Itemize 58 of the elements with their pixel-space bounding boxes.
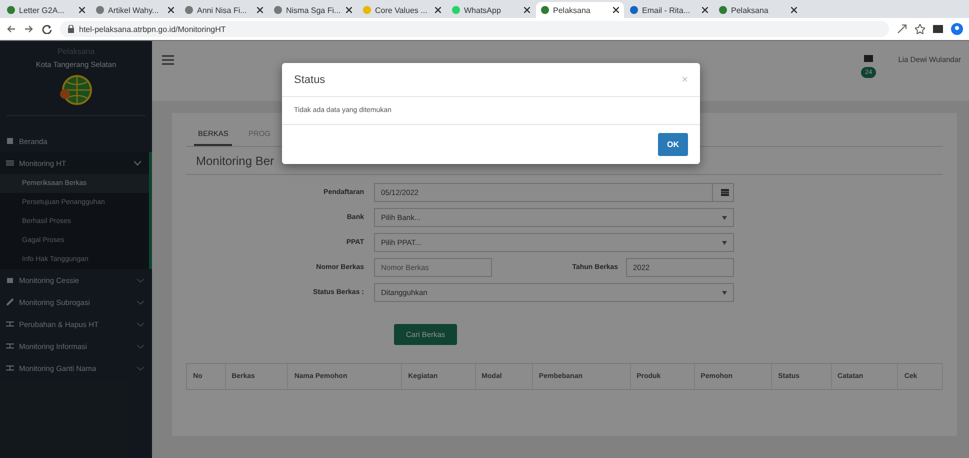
close-icon bbox=[79, 7, 85, 13]
chevron-icon bbox=[137, 344, 144, 348]
close-icon bbox=[346, 7, 352, 13]
folder-icon bbox=[6, 276, 14, 284]
browser-tab[interactable]: Pelaksana bbox=[714, 2, 802, 18]
chevron-icon bbox=[137, 366, 144, 370]
back-icon bbox=[6, 24, 16, 34]
address-bar[interactable]: htel-pelaksana.atrbpn.go.id/MonitoringHT bbox=[60, 21, 889, 37]
favicon-icon bbox=[452, 6, 460, 14]
close-icon bbox=[791, 7, 797, 13]
browser-tab[interactable]: Artikel Wahy... bbox=[91, 2, 179, 18]
favicon-icon bbox=[185, 6, 193, 14]
browser-tab[interactable]: Core Values ... bbox=[358, 2, 446, 18]
close-icon bbox=[702, 7, 708, 13]
branch-icon bbox=[6, 320, 14, 328]
ok-button[interactable]: OK bbox=[658, 133, 688, 156]
favicon-icon bbox=[541, 6, 549, 14]
close-icon bbox=[524, 7, 530, 13]
browser-tab[interactable]: Nisma Sga Fi... bbox=[269, 2, 357, 18]
chevron-icon bbox=[137, 300, 144, 304]
browser-tab[interactable]: Anni Nisa Fi... bbox=[180, 2, 268, 18]
profile-icon bbox=[951, 23, 963, 35]
chevron-icon bbox=[137, 278, 144, 282]
chevron-icon bbox=[134, 160, 141, 166]
mail-icon bbox=[864, 55, 874, 62]
sidebar-toggle-icon bbox=[933, 24, 943, 34]
branch-icon bbox=[6, 364, 14, 372]
menu-icon bbox=[162, 55, 174, 65]
square-icon bbox=[6, 137, 14, 145]
favicon-icon bbox=[96, 6, 104, 14]
close-icon bbox=[257, 7, 263, 13]
dialog-title: Status bbox=[294, 74, 326, 86]
logo-icon bbox=[59, 73, 93, 107]
favicon-icon bbox=[630, 6, 638, 14]
browser-tab[interactable]: Pelaksana bbox=[536, 2, 624, 18]
star-icon bbox=[915, 24, 925, 34]
favicon-icon bbox=[363, 6, 371, 14]
calendar-icon bbox=[721, 189, 729, 196]
close-icon bbox=[435, 7, 441, 13]
favicon-icon bbox=[274, 6, 282, 14]
dropdown-icon bbox=[722, 216, 727, 220]
browser-tab[interactable]: Email - Rita... bbox=[625, 2, 713, 18]
share-icon bbox=[897, 24, 907, 34]
dropdown-icon bbox=[722, 290, 727, 294]
dropdown-icon bbox=[722, 240, 727, 244]
lock-icon bbox=[68, 25, 74, 33]
branch-icon bbox=[6, 342, 14, 350]
browser-tab[interactable]: WhatsApp bbox=[447, 2, 535, 18]
reload-icon bbox=[42, 24, 52, 34]
favicon-icon bbox=[7, 6, 15, 14]
close-icon bbox=[168, 7, 174, 13]
pencil-icon bbox=[6, 298, 14, 306]
chevron-icon bbox=[137, 322, 144, 326]
list-icon bbox=[6, 159, 14, 167]
favicon-icon bbox=[719, 6, 727, 14]
browser-tab[interactable]: Letter G2A... bbox=[2, 2, 90, 18]
forward-icon bbox=[24, 24, 34, 34]
close-icon bbox=[613, 7, 619, 13]
